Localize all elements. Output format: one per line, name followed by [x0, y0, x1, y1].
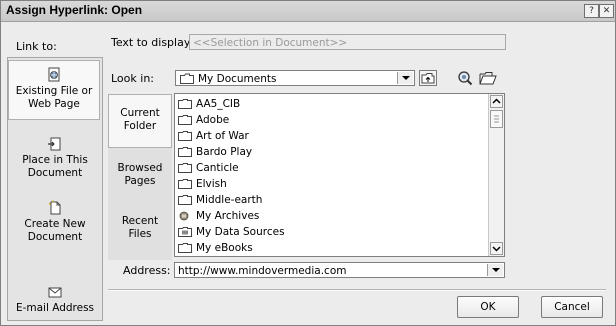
nav-place-label-2: Document: [27, 167, 83, 179]
folder-icon: [178, 163, 192, 173]
ok-button[interactable]: OK: [457, 296, 519, 318]
chevron-up-icon: [492, 98, 501, 104]
web-page-icon: [48, 67, 60, 82]
title-bar: Assign Hyperlink: Open ? ✕: [1, 1, 615, 22]
current-folder-label-1: Current: [120, 107, 160, 119]
cancel-button[interactable]: Cancel: [541, 296, 603, 318]
file-name: My Archives: [196, 210, 260, 222]
search-web-icon: [458, 71, 473, 86]
browsed-pages-tab[interactable]: Browsed Pages: [108, 162, 172, 188]
close-button[interactable]: ✕: [599, 4, 614, 18]
nav-create-label-2: Document: [27, 231, 83, 243]
data-sources-folder-icon: [178, 227, 192, 237]
file-name: My Data Sources: [196, 226, 285, 238]
nav-existing-file-or-web-page[interactable]: Existing File or Web Page: [8, 60, 100, 120]
list-item[interactable]: Bardo Play: [178, 145, 252, 159]
window-title: Assign Hyperlink: Open: [6, 3, 143, 17]
browsed-pages-label-2: Pages: [124, 175, 156, 187]
list-item[interactable]: Adobe: [178, 113, 229, 127]
file-name: Middle-earth: [196, 194, 263, 206]
recent-files-label-2: Files: [128, 228, 152, 240]
look-in-value: My Documents: [198, 73, 277, 85]
look-in-dropdown[interactable]: My Documents: [175, 70, 415, 86]
file-name: Elvish: [196, 178, 227, 190]
nav-email-label: E-mail Address: [15, 302, 95, 314]
recent-files-tab[interactable]: Recent Files: [108, 215, 172, 241]
chevron-down-icon[interactable]: [487, 264, 503, 276]
help-button[interactable]: ?: [584, 4, 599, 18]
scroll-down-button[interactable]: [490, 242, 503, 255]
list-item[interactable]: AA5_CIB: [178, 97, 240, 111]
archive-folder-icon: [179, 211, 189, 221]
up-folder-icon: [421, 73, 435, 84]
browsed-pages-label-1: Browsed: [117, 162, 163, 174]
folder-icon: [178, 179, 192, 189]
recent-files-label-1: Recent: [121, 215, 159, 227]
text-to-display-label: Text to display:: [111, 36, 194, 49]
list-item[interactable]: Art of War: [178, 129, 249, 143]
look-in-label: Look in:: [111, 72, 154, 85]
scroll-up-button[interactable]: [490, 95, 503, 108]
nav-create-new-document[interactable]: Create New Document: [9, 200, 101, 250]
nav-place-label-1: Place in This: [22, 154, 88, 166]
folder-icon: [178, 115, 192, 125]
folder-icon: [180, 73, 194, 84]
email-icon: [48, 287, 62, 298]
open-folder-icon: [479, 72, 497, 85]
list-item[interactable]: My Data Sources: [178, 225, 285, 239]
address-value: http://www.mindovermedia.com: [178, 265, 347, 277]
nav-email-address[interactable]: E-mail Address: [9, 284, 101, 318]
folder-icon: [178, 131, 192, 141]
new-document-icon: [48, 200, 61, 215]
grip-icon: [494, 115, 499, 123]
nav-place-in-this-document[interactable]: Place in This Document: [9, 136, 101, 186]
file-name: Bardo Play: [196, 146, 253, 158]
list-item[interactable]: My Archives: [178, 209, 259, 223]
chevron-down-icon: [492, 246, 501, 252]
search-web-button[interactable]: [456, 70, 474, 86]
file-name: Adobe: [196, 114, 230, 126]
browse-places-panel: Current Folder Browsed Pages Recent File…: [108, 94, 172, 260]
file-name: AA5_CIB: [196, 98, 241, 110]
chevron-down-icon[interactable]: [397, 72, 413, 84]
file-list[interactable]: AA5_CIB Adobe Art of War Bardo Play Cant…: [174, 93, 505, 257]
file-name: My eBooks: [196, 242, 253, 254]
nav-existing-label-2: Web Page: [28, 98, 80, 110]
separator: [108, 289, 606, 291]
nav-create-label-1: Create New: [24, 218, 86, 230]
up-one-folder-button[interactable]: [419, 70, 437, 86]
assign-hyperlink-dialog: Assign Hyperlink: Open ? ✕ Link to: Exis…: [0, 0, 616, 326]
current-folder-tab[interactable]: Current Folder: [108, 94, 172, 148]
address-field[interactable]: http://www.mindovermedia.com: [174, 262, 505, 278]
nav-existing-label-1: Existing File or: [15, 85, 93, 97]
text-to-display-field[interactable]: <<Selection in Document>>: [189, 34, 506, 50]
file-name: Art of War: [196, 130, 249, 142]
file-list-scrollbar[interactable]: [488, 94, 504, 256]
address-label: Address:: [123, 264, 171, 277]
list-item[interactable]: My eBooks: [178, 241, 253, 255]
list-item[interactable]: Middle-earth: [178, 193, 262, 207]
link-to-label: Link to:: [16, 40, 57, 53]
folder-icon: [178, 195, 192, 205]
file-name: Canticle: [196, 162, 239, 174]
list-item[interactable]: Canticle: [178, 161, 239, 175]
link-to-sidebar: Link to: Existing File or Web Page Place…: [7, 27, 103, 321]
link-to-panel: Existing File or Web Page Place in This …: [7, 57, 103, 321]
list-item[interactable]: Elvish: [178, 177, 227, 191]
folder-icon: [178, 99, 192, 109]
folder-icon: [178, 147, 192, 157]
folder-icon: [178, 243, 192, 253]
place-in-document-icon: [48, 137, 61, 151]
scroll-thumb[interactable]: [490, 110, 503, 128]
current-folder-label-2: Folder: [123, 120, 157, 132]
browse-for-file-button[interactable]: [479, 70, 497, 86]
